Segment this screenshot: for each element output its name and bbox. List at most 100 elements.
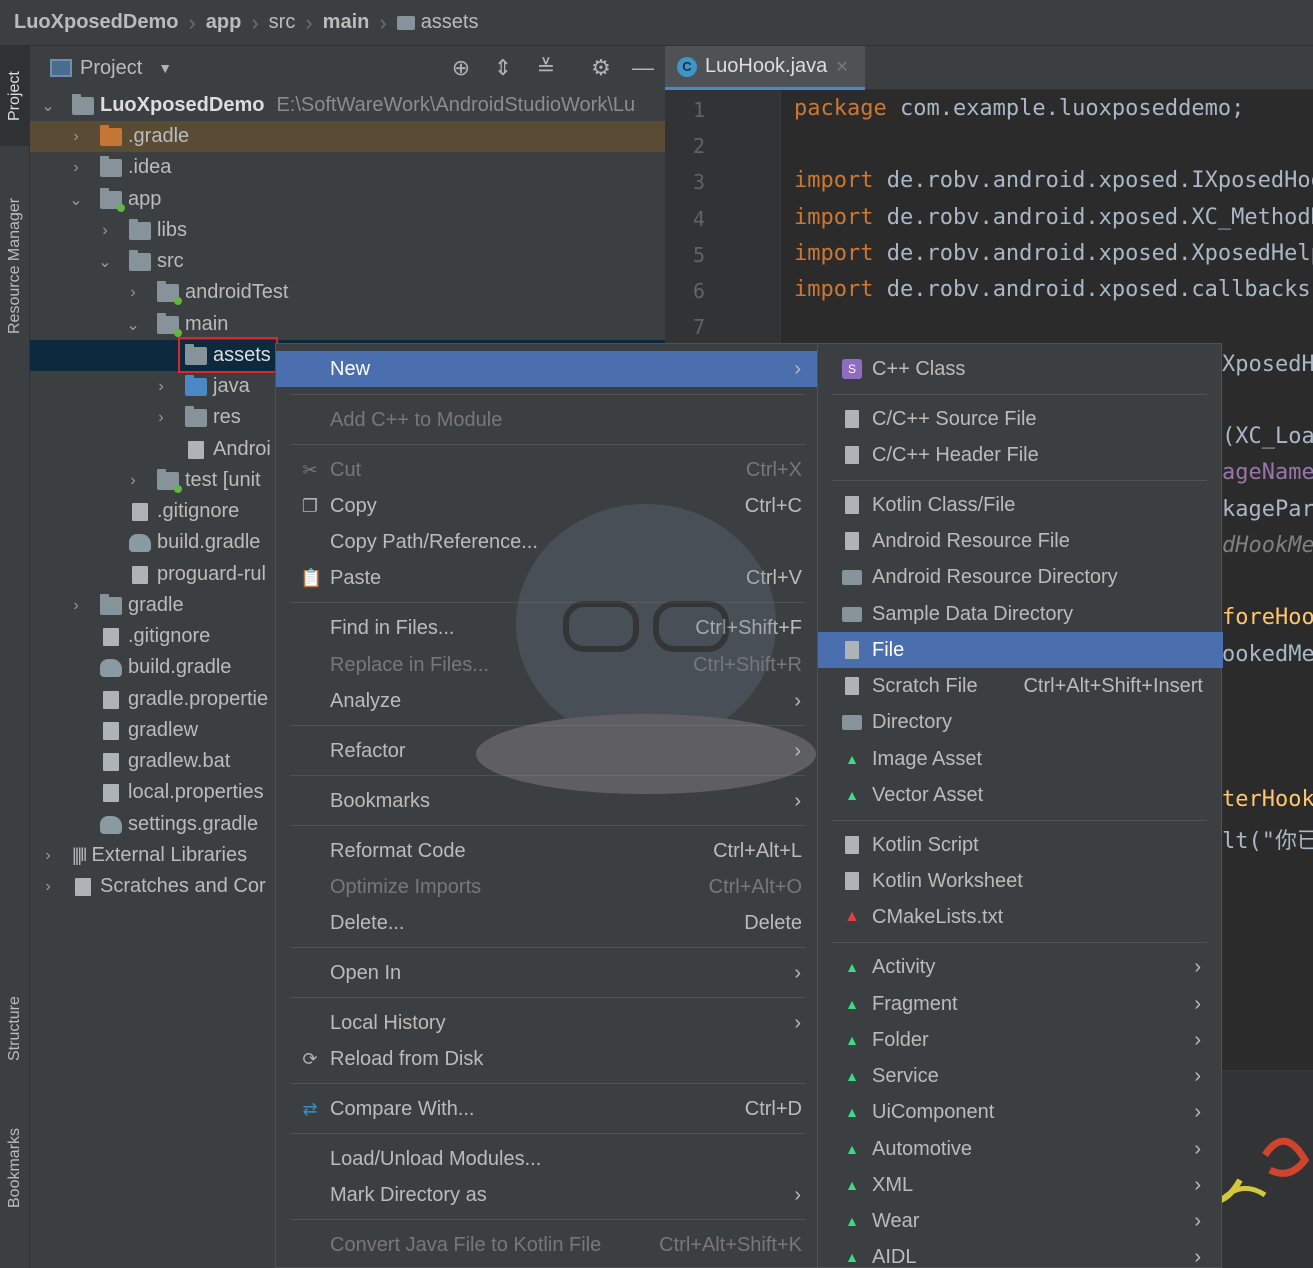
menu-item-analyze[interactable]: Analyze › (276, 683, 817, 719)
chevron-down-icon[interactable]: ⌄ (36, 96, 60, 116)
submenu-item-image-asset[interactable]: ▲ Image Asset (818, 741, 1223, 777)
separator (290, 1133, 805, 1134)
submenu-item-kotlin-script[interactable]: Kotlin Script (818, 827, 1223, 863)
submenu-item-activity[interactable]: ▲ Activity › (818, 949, 1223, 985)
line-number: 2 (692, 134, 705, 158)
gear-icon[interactable]: ⚙ (589, 56, 613, 80)
breadcrumb-src[interactable]: src (269, 11, 296, 34)
menu-item-refactor[interactable]: Refactor › (276, 733, 817, 769)
tree-item-app[interactable]: ⌄ app (30, 184, 665, 215)
menu-item-compare-with[interactable]: ⇄ Compare With... Ctrl+D (276, 1091, 817, 1127)
chevron-right-icon[interactable]: › (149, 378, 173, 396)
tree-item-libs[interactable]: › libs (30, 215, 665, 246)
menu-item-add-cpp-to-module[interactable]: Add C++ to Module (276, 402, 817, 438)
menu-item-find-in-files[interactable]: Find in Files... Ctrl+Shift+F (276, 610, 817, 646)
tree-label: androidTest (185, 281, 289, 303)
tree-item-main[interactable]: ⌄ main (30, 309, 665, 340)
project-panel-header: Project ▼ (30, 46, 665, 90)
submenu-item-uicomponent[interactable]: ▲ UiComponent › (818, 1094, 1223, 1130)
tool-tab-resource-manager[interactable]: Resource Manager (0, 171, 30, 361)
separator (290, 947, 805, 948)
code-fragment: dHookMe (1222, 533, 1313, 558)
menu-item-bookmarks[interactable]: Bookmarks › (276, 783, 817, 819)
menu-item-mark-directory-as[interactable]: Mark Directory as › (276, 1177, 817, 1213)
folder-icon (842, 715, 862, 730)
expand-all-icon[interactable]: ⇕ (491, 56, 515, 80)
file-icon (103, 752, 119, 771)
submenu-item-kotlin-class[interactable]: Kotlin Class/File (818, 487, 1223, 523)
locate-icon[interactable]: ⊕ (449, 56, 473, 80)
chevron-right-icon: › (794, 689, 801, 712)
tree-item-idea[interactable]: › .idea (30, 152, 665, 183)
menu-item-paste[interactable]: 📋 Paste Ctrl+V (276, 560, 817, 596)
menu-item-reload-from-disk[interactable]: ⟳ Reload from Disk (276, 1041, 817, 1077)
menu-item-copy[interactable]: ❐ Copy Ctrl+C (276, 488, 817, 524)
submenu-item-android-resource-directory[interactable]: Android Resource Directory (818, 559, 1223, 595)
submenu-item-directory[interactable]: Directory (818, 704, 1223, 740)
chevron-down-icon[interactable]: ⌄ (64, 190, 88, 210)
chevron-down-icon[interactable]: ▼ (158, 60, 172, 76)
tree-item-gradle-dir[interactable]: › .gradle (30, 121, 665, 152)
breadcrumb-main[interactable]: main (323, 11, 370, 34)
menu-item-open-in[interactable]: Open In › (276, 955, 817, 991)
submenu-item-file[interactable]: File (818, 632, 1223, 668)
submenu-item-xml[interactable]: ▲ XML › (818, 1167, 1223, 1203)
submenu-item-kotlin-worksheet[interactable]: Kotlin Worksheet (818, 863, 1223, 899)
chevron-right-icon[interactable]: › (36, 878, 60, 896)
chevron-right-icon: › (794, 1011, 801, 1034)
tree-item-androidtest[interactable]: › androidTest (30, 277, 665, 308)
menu-item-copy-path[interactable]: Copy Path/Reference... (276, 524, 817, 560)
separator (290, 775, 805, 776)
tool-tab-structure[interactable]: Structure (0, 974, 30, 1084)
chevron-down-icon[interactable]: ⌄ (121, 315, 145, 335)
chevron-right-icon[interactable]: › (93, 222, 117, 240)
tree-item-src[interactable]: ⌄ src (30, 246, 665, 277)
chevron-down-icon[interactable]: ⌄ (93, 252, 117, 272)
breadcrumb-project[interactable]: LuoXposedDemo (14, 11, 178, 34)
tool-tab-bookmarks[interactable]: Bookmarks (0, 1108, 30, 1228)
menu-item-cut[interactable]: ✂ Cut Ctrl+X (276, 452, 817, 488)
submenu-item-android-resource-file[interactable]: Android Resource File (818, 523, 1223, 559)
submenu-item-scratch-file[interactable]: Scratch File Ctrl+Alt+Shift+Insert (818, 668, 1223, 704)
editor-tab-luohook[interactable]: C LuoHook.java ✕ (665, 46, 865, 90)
submenu-item-aidl[interactable]: ▲ AIDL › (818, 1239, 1223, 1268)
submenu-item-cpp-source[interactable]: C/C++ Source File (818, 401, 1223, 437)
submenu-item-fragment[interactable]: ▲ Fragment › (818, 986, 1223, 1022)
chevron-right-icon[interactable]: › (149, 409, 173, 427)
submenu-item-service[interactable]: ▲ Service › (818, 1058, 1223, 1094)
chevron-right-icon[interactable]: › (121, 472, 145, 490)
chevron-right-icon[interactable]: › (64, 159, 88, 177)
submenu-item-cmakelists[interactable]: ▲ CMakeLists.txt (818, 899, 1223, 935)
tree-label: LuoXposedDemo (100, 94, 265, 116)
menu-item-local-history[interactable]: Local History › (276, 1005, 817, 1041)
menu-item-new[interactable]: New › (276, 351, 817, 387)
chevron-right-icon[interactable]: › (64, 597, 88, 615)
code-line: import de.robv.android.xposed.XposedHelp (794, 241, 1313, 266)
submenu-item-folder[interactable]: ▲ Folder › (818, 1022, 1223, 1058)
tree-item-project-root[interactable]: ⌄ LuoXposedDemo E:\SoftWareWork\AndroidS… (30, 90, 665, 121)
chevron-right-icon: › (1194, 1173, 1201, 1196)
breadcrumb-app[interactable]: app (206, 11, 242, 34)
breadcrumb-assets[interactable]: assets (396, 11, 479, 34)
chevron-right-icon[interactable]: › (121, 284, 145, 302)
menu-item-reformat-code[interactable]: Reformat Code Ctrl+Alt+L (276, 833, 817, 869)
submenu-item-cpp-class[interactable]: S C++ Class (818, 351, 1223, 387)
menu-item-optimize-imports[interactable]: Optimize Imports Ctrl+Alt+O (276, 869, 817, 905)
menu-item-load-unload-modules[interactable]: Load/Unload Modules... (276, 1141, 817, 1177)
chevron-right-icon[interactable]: › (64, 128, 88, 146)
collapse-all-icon[interactable]: ≚ (534, 56, 558, 80)
submenu-item-wear[interactable]: ▲ Wear › (818, 1203, 1223, 1239)
folder-icon (129, 249, 151, 271)
submenu-item-automotive[interactable]: ▲ Automotive › (818, 1131, 1223, 1167)
hide-panel-icon[interactable]: — (631, 56, 655, 80)
chevron-right-icon[interactable]: › (36, 847, 60, 865)
menu-item-convert-to-kotlin[interactable]: Convert Java File to Kotlin File Ctrl+Alt… (276, 1227, 817, 1263)
project-view-selector[interactable]: Project (80, 57, 142, 80)
menu-item-delete[interactable]: Delete... Delete (276, 905, 817, 941)
close-icon[interactable]: ✕ (835, 57, 848, 77)
submenu-item-cpp-header[interactable]: C/C++ Header File (818, 437, 1223, 473)
tool-tab-project[interactable]: Project (0, 46, 30, 146)
menu-item-replace-in-files[interactable]: Replace in Files... Ctrl+Shift+R (276, 647, 817, 683)
submenu-item-sample-data-directory[interactable]: Sample Data Directory (818, 596, 1223, 632)
submenu-item-vector-asset[interactable]: ▲ Vector Asset (818, 777, 1223, 813)
